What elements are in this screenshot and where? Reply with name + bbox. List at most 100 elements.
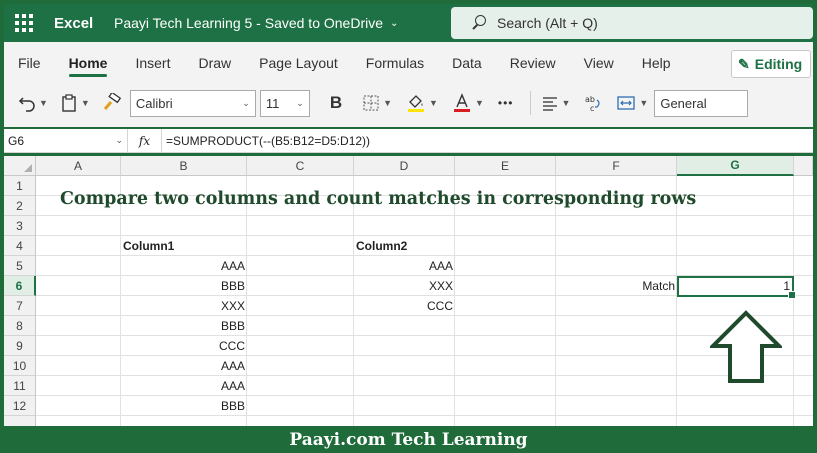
svg-text:c: c [590,104,594,112]
tab-file[interactable]: File [4,42,55,84]
tab-formulas[interactable]: Formulas [352,42,438,84]
cell-b11[interactable]: AAA [121,376,247,396]
tab-help[interactable]: Help [628,42,685,84]
undo-button[interactable]: ▼ [18,89,48,117]
column-header-g[interactable]: G [677,156,794,176]
gridline [555,176,556,426]
row-header-10[interactable]: 10 [4,356,36,376]
cell-d6[interactable]: XXX [354,276,455,296]
sheet-heading: Compare two columns and count matches in… [60,189,697,209]
row-header-5[interactable]: 5 [4,256,36,276]
cell-d5[interactable]: AAA [354,256,455,276]
search-box[interactable]: Search (Alt + Q) [451,7,813,39]
gridline [36,215,813,216]
row-header-7[interactable]: 7 [4,296,36,316]
row-header-6[interactable]: 6 [4,276,36,296]
cell-b7[interactable]: XXX [121,296,247,316]
name-box[interactable]: G6 ⌄ [4,128,128,153]
column-header-b[interactable]: B [121,156,247,176]
chevron-down-icon: ▼ [39,98,48,108]
wrap-text-button[interactable]: ab c [584,89,602,117]
cell-b12[interactable]: BBB [121,396,247,416]
cell-b6[interactable]: BBB [121,276,247,296]
font-size-select[interactable]: 11 ⌄ [259,89,310,117]
font-size-value: 11 [265,95,280,111]
column-header-a[interactable]: A [36,156,121,176]
format-painter-button[interactable] [102,89,122,117]
chevron-down-icon: ▼ [474,98,484,108]
cell-b8[interactable]: BBB [121,316,247,336]
formula-input[interactable]: =SUMPRODUCT(--(B5:B12=D5:D12)) [162,134,370,148]
document-name: Paayi Tech Learning 5 - Saved to OneDriv… [114,15,384,31]
bold-button[interactable]: B [330,89,342,117]
home-toolbar: ▼ ▼ Calibri ⌄ 11 ⌄ B ▼ ▼ ▼ ••• ▼ ab c ▼ … [4,86,813,120]
document-name-button[interactable]: Paayi Tech Learning 5 - Saved to OneDriv… [114,15,398,31]
column-header-h[interactable] [794,156,813,176]
chevron-down-icon: ▼ [80,98,90,108]
cell-d4[interactable]: Column2 [354,236,455,256]
column-header-c[interactable]: C [247,156,354,176]
gridline [793,176,794,426]
align-button[interactable]: ▼ [541,89,570,117]
cell-b9[interactable]: CCC [121,336,247,356]
paste-button[interactable]: ▼ [60,89,90,117]
editing-mode-button[interactable]: ✎ Editing [731,50,811,78]
ribbon: File Home Insert Draw Page Layout Formul… [4,42,813,127]
app-launcher-button[interactable] [4,4,44,42]
tab-insert[interactable]: Insert [121,42,184,84]
column-header-f[interactable]: F [556,156,677,176]
cell-b4[interactable]: Column1 [121,236,247,256]
format-painter-icon [103,93,121,110]
row-header-4[interactable]: 4 [4,236,36,256]
pencil-icon: ✎ [738,55,750,72]
row-header-3[interactable]: 3 [4,216,36,236]
borders-icon [363,95,379,111]
tab-page-layout[interactable]: Page Layout [245,42,352,84]
row-header-13[interactable] [4,416,36,426]
tab-review[interactable]: Review [496,42,570,84]
tab-home[interactable]: Home [55,42,122,84]
chevron-down-icon: ⌄ [296,97,304,108]
borders-button[interactable]: ▼ [362,89,392,117]
row-header-12[interactable]: 12 [4,396,36,416]
cell-f6[interactable]: Match [556,276,677,296]
app-name: Excel [54,14,94,32]
tab-data[interactable]: Data [438,42,496,84]
active-cell-selection [677,276,796,299]
undo-icon [18,97,35,112]
row-header-1[interactable]: 1 [4,176,36,196]
column-header-e[interactable]: E [455,156,556,176]
number-format-select[interactable]: General [654,89,749,117]
row-header-9[interactable]: 9 [4,336,36,356]
fill-color-button[interactable]: ▼ [406,89,438,117]
cell-d7[interactable]: CCC [354,296,455,316]
merge-cells-icon [617,96,636,110]
cell-b5[interactable]: AAA [121,256,247,276]
chevron-down-icon: ▼ [429,98,438,108]
chevron-down-icon: ⌄ [390,17,399,29]
row-header-11[interactable]: 11 [4,376,36,396]
font-color-icon [453,93,470,112]
clipboard-icon [62,94,76,112]
spreadsheet-grid[interactable]: A B C D E F G 1 2 3 4 5 6 7 8 9 10 11 12 [4,156,813,426]
number-format-value: General [660,95,707,111]
font-name-select[interactable]: Calibri ⌄ [129,89,256,117]
merge-cells-button[interactable]: ▼ [616,89,648,117]
font-color-button[interactable]: ▼ [452,89,484,117]
select-all-button[interactable] [4,156,36,176]
chevron-down-icon: ▼ [639,98,649,108]
insert-function-button[interactable]: fx [128,128,162,153]
search-placeholder: Search (Alt + Q) [497,15,598,31]
tab-view[interactable]: View [570,42,628,84]
column-header-d[interactable]: D [354,156,455,176]
tab-draw[interactable]: Draw [184,42,245,84]
cell-b10[interactable]: AAA [121,356,247,376]
row-header-8[interactable]: 8 [4,316,36,336]
name-box-value: G6 [8,133,25,148]
title-bar: Excel Paayi Tech Learning 5 - Saved to O… [4,4,813,42]
up-arrow-icon [710,310,782,383]
row-header-2[interactable]: 2 [4,196,36,216]
editing-label: Editing [754,56,803,72]
fill-color-icon [408,95,425,112]
more-options-button[interactable]: ••• [498,89,514,117]
